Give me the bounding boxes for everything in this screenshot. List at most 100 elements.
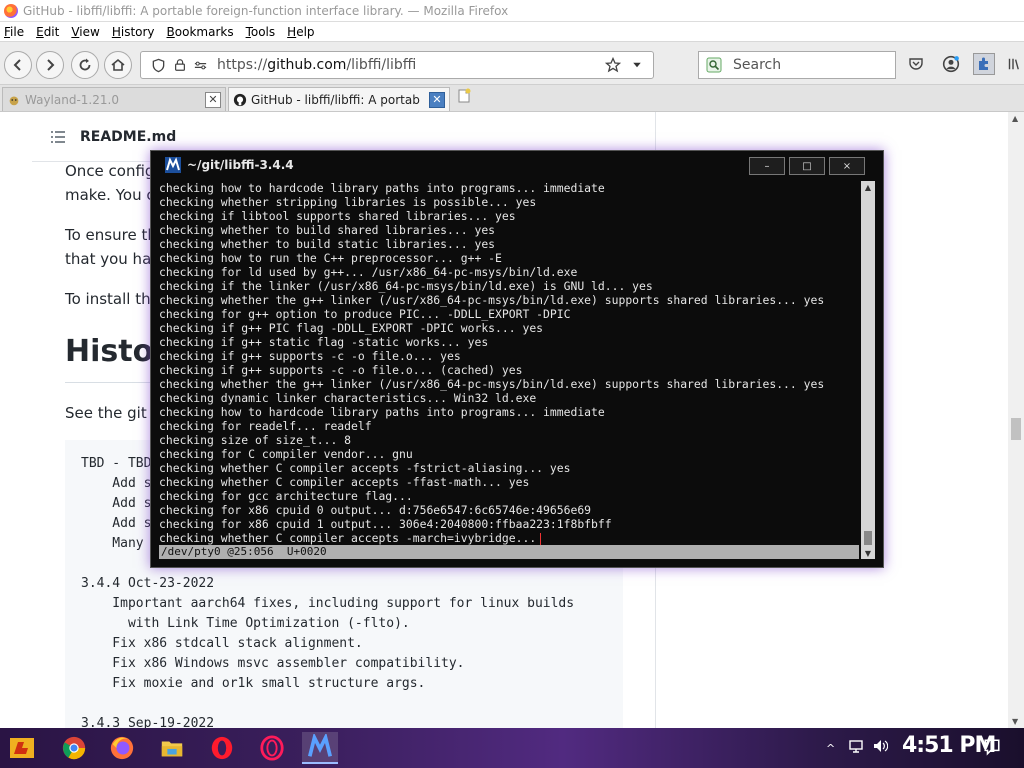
tab-github-libffi[interactable]: GitHub - libffi/libffi: A portab ✕ xyxy=(228,87,450,111)
terminal-line-text: checking if g++ supports -c -o file.o...… xyxy=(159,363,523,377)
terminal-scrollbar[interactable]: ▲ ▼ xyxy=(861,181,875,559)
menu-tools[interactable]: Tools xyxy=(246,25,276,39)
menu-help[interactable]: Help xyxy=(287,25,314,39)
code-line: Many xyxy=(81,536,152,551)
scroll-down-arrow-icon[interactable]: ▼ xyxy=(1012,717,1018,726)
terminal-line-text: checking if g++ static flag -static work… xyxy=(159,335,489,349)
terminal-window[interactable]: ~/git/libffi-3.4.4 – □ × checking how to… xyxy=(150,150,884,568)
menu-label-rest: ookmarks xyxy=(174,24,234,39)
terminal-minimize-button[interactable]: – xyxy=(749,157,785,175)
terminal-scroll-up-icon[interactable]: ▲ xyxy=(861,181,875,193)
menu-view[interactable]: View xyxy=(71,25,99,39)
menu-label-rest: elp xyxy=(296,24,315,39)
terminal-line-text: checking whether stripping libraries is … xyxy=(159,195,537,209)
terminal-line-text: checking for x86 cpuid 0 output... d:756… xyxy=(159,503,592,517)
paragraph-configure-line1: Once config xyxy=(65,162,155,180)
github-favicon xyxy=(233,93,247,107)
terminal-scrollbar-thumb[interactable] xyxy=(864,531,872,545)
terminal-line: checking whether stripping libraries is … xyxy=(159,195,859,209)
bookmark-star-icon[interactable] xyxy=(603,55,623,75)
terminal-line: checking whether C compiler accepts -fst… xyxy=(159,461,859,475)
reload-button[interactable] xyxy=(71,51,99,79)
account-icon[interactable] xyxy=(940,53,962,75)
menu-file[interactable]: File xyxy=(4,25,24,39)
menu-edit[interactable]: Edit xyxy=(36,25,59,39)
menu-label-rest: ools xyxy=(250,24,276,39)
mintty-icon xyxy=(165,157,181,173)
firefox-taskbar-icon[interactable] xyxy=(106,732,138,764)
terminal-line-text: checking dynamic linker characteristics.… xyxy=(159,391,537,405)
code-line: 3.4.3 Sep-19-2022 xyxy=(81,716,215,728)
terminal-line: checking if libtool supports shared libr… xyxy=(159,209,859,223)
terminal-status-line: /dev/pty0 @25:056 U+0020 xyxy=(159,545,859,559)
terminal-line-text: checking if g++ PIC flag -DDLL_EXPORT -D… xyxy=(159,321,544,335)
home-button[interactable] xyxy=(104,51,132,79)
code-line: Fix x86 Windows msvc assembler compatibi… xyxy=(81,656,465,671)
menu-label-rest: istory xyxy=(120,24,155,39)
terminal-line: checking how to run the C++ preprocessor… xyxy=(159,251,859,265)
terminal-close-button[interactable]: × xyxy=(829,157,865,175)
terminal-line: checking if g++ supports -c -o file.o...… xyxy=(159,363,859,377)
scroll-up-arrow-icon[interactable]: ▲ xyxy=(1012,114,1018,123)
opera-gx-icon[interactable] xyxy=(256,732,288,764)
taskbar: ^ xyxy=(0,728,1024,768)
lock-icon[interactable] xyxy=(171,56,189,74)
search-box[interactable]: Search xyxy=(698,51,896,79)
terminal-line-text: checking how to hardcode library paths i… xyxy=(159,181,605,195)
pocket-icon[interactable] xyxy=(905,53,927,75)
terminal-line: checking whether the g++ linker (/usr/x8… xyxy=(159,377,859,391)
tab-close-icon[interactable]: ✕ xyxy=(205,91,221,108)
terminal-maximize-button[interactable]: □ xyxy=(789,157,825,175)
tracking-protection-shield-icon[interactable] xyxy=(149,56,167,74)
mintty-taskbar-icon[interactable] xyxy=(302,732,338,764)
forward-button[interactable] xyxy=(36,51,64,79)
permissions-icon[interactable] xyxy=(191,56,209,74)
opera-icon[interactable] xyxy=(206,732,238,764)
readme-filename: README.md xyxy=(80,128,177,145)
firefox-icon xyxy=(4,3,18,18)
terminal-line-text: checking if libtool supports shared libr… xyxy=(159,209,516,223)
taskbar-clock[interactable]: 4:51 PM xyxy=(902,733,996,758)
search-engine-icon[interactable] xyxy=(703,54,725,76)
show-hidden-icons-icon[interactable]: ^ xyxy=(826,742,835,755)
new-tab-icon[interactable] xyxy=(456,88,474,106)
page-scrollbar-thumb[interactable] xyxy=(1011,418,1021,440)
terminal-line: checking for C compiler vendor... gnu xyxy=(159,447,859,461)
terminal-line: checking for readelf... readelf xyxy=(159,419,859,433)
url-bar[interactable]: https://github.com/libffi/libffi xyxy=(140,51,654,79)
menu-access-key: B xyxy=(166,24,175,39)
chrome-icon[interactable] xyxy=(58,732,90,764)
paragraph-configure-line2: make. You ca xyxy=(65,186,164,204)
terminal-line-text: checking how to hardcode library paths i… xyxy=(159,405,605,419)
menu-bookmarks[interactable]: Bookmarks xyxy=(167,25,234,39)
back-button[interactable] xyxy=(4,51,32,79)
url-dropdown-icon[interactable] xyxy=(627,55,647,75)
back-arrow-icon xyxy=(13,59,21,71)
forward-arrow-icon xyxy=(47,59,55,71)
terminal-line-text: checking size of size_t... 8 xyxy=(159,433,352,447)
volume-icon[interactable] xyxy=(872,738,889,757)
menu-history[interactable]: History xyxy=(112,25,155,39)
terminal-line: checking how to hardcode library paths i… xyxy=(159,181,859,195)
outline-list-icon[interactable] xyxy=(50,130,66,144)
menu-access-key: E xyxy=(36,24,44,39)
code-line: Add s xyxy=(81,476,152,491)
terminal-line-text: checking for g++ option to produce PIC..… xyxy=(159,307,571,321)
overflow-menu-icon[interactable] xyxy=(1004,53,1022,75)
terminal-line: checking whether the g++ linker (/usr/x8… xyxy=(159,293,859,307)
page-scrollbar[interactable]: ▲ ▼ xyxy=(1008,112,1024,728)
tab-wayland[interactable]: Wayland-1.21.0 ✕ xyxy=(2,87,226,111)
menu-label-rest: iew xyxy=(79,24,100,39)
terminal-output[interactable]: checking how to hardcode library paths i… xyxy=(159,181,859,545)
network-icon[interactable] xyxy=(848,738,864,757)
url-text[interactable]: https://github.com/libffi/libffi xyxy=(217,57,603,73)
terminal-scroll-down-icon[interactable]: ▼ xyxy=(861,547,875,559)
extensions-icon[interactable] xyxy=(973,53,995,75)
paragraph-ensure-line2: that you hav xyxy=(65,250,161,268)
file-explorer-icon[interactable] xyxy=(156,732,188,764)
terminal-line: checking for x86 cpuid 1 output... 306e4… xyxy=(159,517,859,531)
code-line: Fix x86 stdcall stack alignment. xyxy=(81,636,363,651)
tab-close-icon[interactable]: ✕ xyxy=(429,91,445,108)
start-menu-icon[interactable] xyxy=(6,732,38,764)
terminal-line-text: checking whether to build shared librari… xyxy=(159,223,496,237)
